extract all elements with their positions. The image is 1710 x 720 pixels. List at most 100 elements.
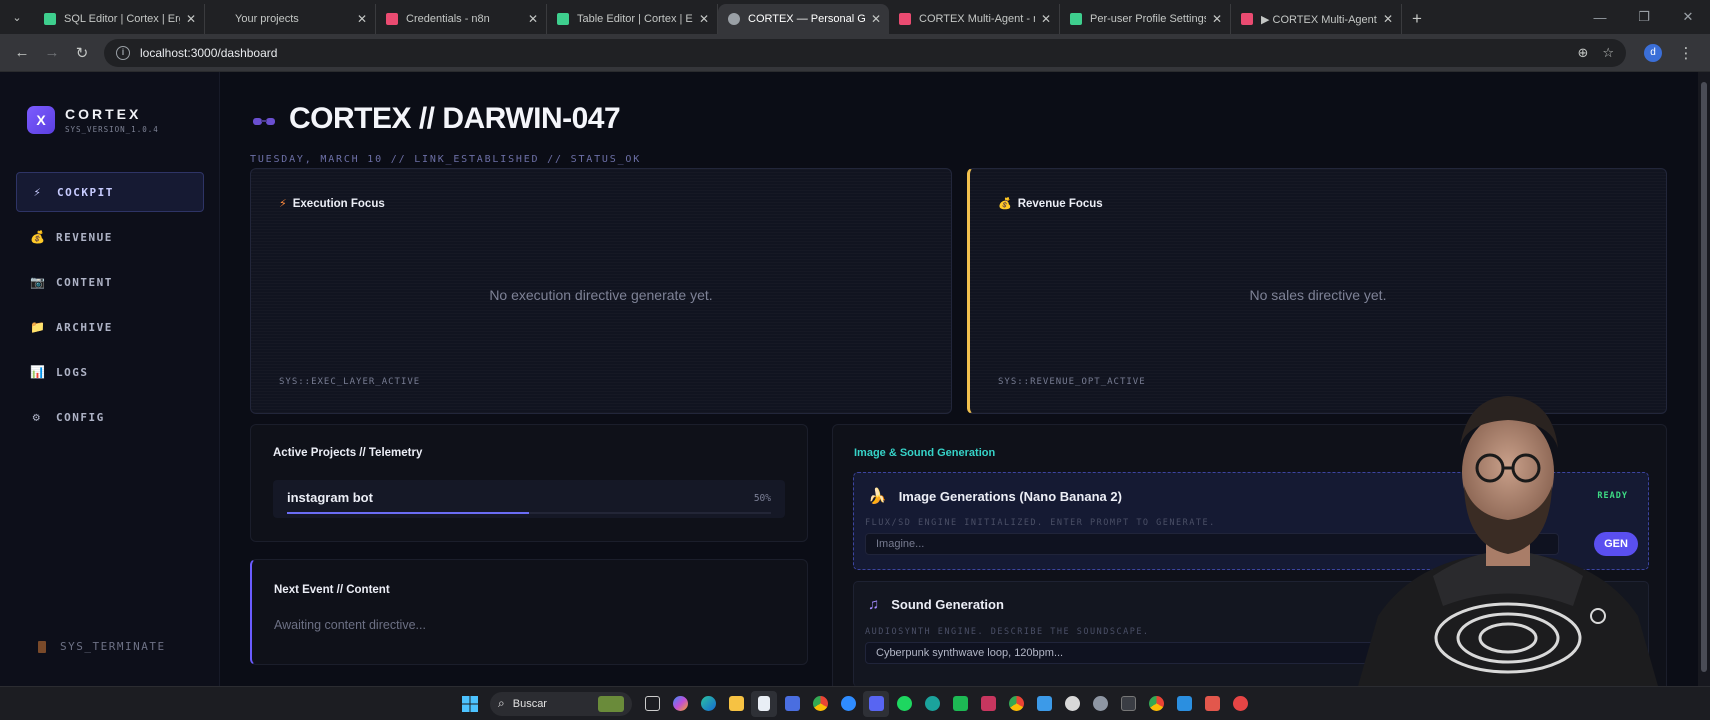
sidebar-item-cockpit[interactable]: ⚡ COCKPIT [16,172,204,212]
browser-tab[interactable]: CORTEX — Personal God Mo ✕ [718,4,889,34]
forward-button[interactable]: → [38,39,66,67]
image-generation-title-row: 🍌 Image Generations (Nano Banana 2) [868,487,1122,505]
sidebar-item-revenue[interactable]: 💰 REVENUE [16,217,204,257]
browser-tab-title: Table Editor | Cortex | Ergot- [577,13,693,25]
task-view-icon[interactable] [639,691,665,717]
sunglasses-icon [253,118,275,125]
execution-focus-card: ⚡ Execution Focus No execution directive… [250,168,952,414]
browser-tab[interactable]: Your projects ✕ [205,4,376,34]
file-explorer-icon[interactable] [723,691,749,717]
globe-icon [728,13,740,25]
taskbar-search-label: Buscar [512,697,547,710]
sidebar-item-archive[interactable]: 📁 ARCHIVE [16,307,204,347]
terminal-icon[interactable] [1115,691,1141,717]
windows-start-icon[interactable] [457,691,483,717]
next-event-title: Next Event // Content [274,584,390,596]
revenue-status-footer: SYS::REVENUE_OPT_ACTIVE [998,377,1146,387]
app-root: X CORTEX SYS_VERSION_1.0.4 ⚡ COCKPIT 💰 REVE… [0,72,1710,686]
notepad-icon[interactable] [751,690,777,717]
sidebar-item-logs[interactable]: 📊 LOGS [16,352,204,392]
browser-tab-title: CORTEX — Personal God Mo [748,13,865,25]
project-percent: 50% [753,493,771,504]
close-window-button[interactable]: ✕ [1666,9,1710,25]
photos-icon[interactable] [1031,691,1057,717]
chrome-icon[interactable] [807,691,833,717]
sidebar-item-label: REVENUE [56,230,113,244]
green-k-app-icon[interactable] [947,691,973,717]
browser-tab-title: ▶ CORTEX Multi-Agent - n8 [1261,13,1377,26]
browser-tab-title: CORTEX Multi-Agent - n8 [919,13,1035,25]
new-tab-button[interactable]: + [1402,4,1432,34]
edge-icon[interactable] [695,691,721,717]
active-projects-title: Active Projects // Telemetry [273,447,423,459]
brand: X CORTEX SYS_VERSION_1.0.4 [27,106,159,134]
copilot-icon[interactable] [667,691,693,717]
banana-icon: 🍌 [868,488,887,505]
minimize-button[interactable]: — [1578,10,1622,25]
recorder-icon[interactable] [1227,691,1253,717]
browser-menu-icon[interactable]: ⋮ [1672,39,1700,67]
sys-terminate-button[interactable]: SYS_TERMINATE [38,640,166,653]
sidebar-item-label: ARCHIVE [56,320,113,334]
store-icon[interactable] [779,691,805,717]
browser-tab[interactable]: ▶ CORTEX Multi-Agent - n8 ✕ [1231,4,1402,34]
browser-tab[interactable]: Table Editor | Cortex | Ergot- ✕ [547,4,718,34]
settings-icon[interactable] [1087,691,1113,717]
teal-app-icon[interactable] [919,691,945,717]
page-subtitle: TUESDAY, MARCH 10 // LINK_ESTABLISHED //… [250,154,642,165]
next-event-card: Next Event // Content Awaiting content d… [250,559,808,665]
image-generation-title: Image Generations (Nano Banana 2) [898,488,1122,504]
taskbar-search[interactable]: ⌕ Buscar [490,691,632,716]
chrome-profile-icon[interactable] [1003,691,1029,717]
close-tab-icon[interactable]: ✕ [699,12,709,26]
sidebar-item-content[interactable]: 📷 CONTENT [16,262,204,302]
discord-icon[interactable] [863,690,889,717]
window-controls: — ❐ ✕ [1578,0,1710,34]
sidebar-item-config[interactable]: ⚙ CONFIG [16,397,204,437]
zoom-icon[interactable]: ⊕ [1577,45,1588,61]
profile-avatar[interactable]: d [1644,43,1662,62]
tab-search-button[interactable]: ⌄ [0,0,34,34]
n8n-icon [899,13,911,25]
back-button[interactable]: ← [8,39,36,67]
browser-tab-title: Per-user Profile Settings | SQ [1090,13,1206,25]
close-tab-icon[interactable]: ✕ [1383,12,1393,26]
close-tab-icon[interactable]: ✕ [357,12,367,26]
revenue-focus-title: Revenue Focus [1017,197,1103,210]
sys-terminate-label: SYS_TERMINATE [60,640,166,653]
browser-tab[interactable]: Credentials - n8n ✕ [376,4,547,34]
reload-button[interactable]: ↻ [68,39,96,67]
close-tab-icon[interactable]: ✕ [528,12,538,26]
browser-tab[interactable]: Per-user Profile Settings | SQ ✕ [1060,4,1231,34]
browser-tab[interactable]: SQL Editor | Cortex | Ergot-C ✕ [34,4,205,34]
spotify-icon[interactable] [891,691,917,717]
close-tab-icon[interactable]: ✕ [871,12,881,26]
vscode-icon[interactable] [1171,691,1197,717]
page-scrollbar[interactable] [1698,72,1710,686]
search-highlight-icon [598,695,624,712]
close-tab-icon[interactable]: ✕ [1212,12,1222,26]
chrome-alt-icon[interactable] [1143,691,1169,717]
messenger-icon[interactable] [835,691,861,717]
red-app-icon[interactable] [1199,691,1225,717]
brand-name: CORTEX [65,106,142,122]
execution-empty-message: No execution directive generate yet. [489,287,713,303]
sidebar-item-label: CONFIG [56,410,105,424]
address-bar[interactable]: i localhost:3000/dashboard ⊕ ☆ [104,38,1626,67]
project-row[interactable]: instagram bot 50% [273,480,785,518]
folder-icon: 📁 [30,320,47,334]
brand-logo[interactable]: X [27,106,55,134]
next-event-text: Awaiting content directive... [274,618,426,632]
money-bag-icon: 💰 [30,230,47,244]
n8n-icon [1241,13,1253,25]
close-tab-icon[interactable]: ✕ [186,12,196,26]
game-icon[interactable] [1059,691,1085,717]
browser-tab[interactable]: CORTEX Multi-Agent - n8 ✕ [889,4,1060,34]
snipping-tool-icon[interactable] [975,691,1001,717]
scrollbar-thumb[interactable] [1701,82,1707,672]
close-tab-icon[interactable]: ✕ [1041,12,1051,26]
maximize-button[interactable]: ❐ [1622,9,1666,25]
bookmark-star-icon[interactable]: ☆ [1602,45,1614,61]
site-info-icon[interactable]: i [116,45,130,60]
sound-generation-title: Sound Generation [891,597,1004,612]
